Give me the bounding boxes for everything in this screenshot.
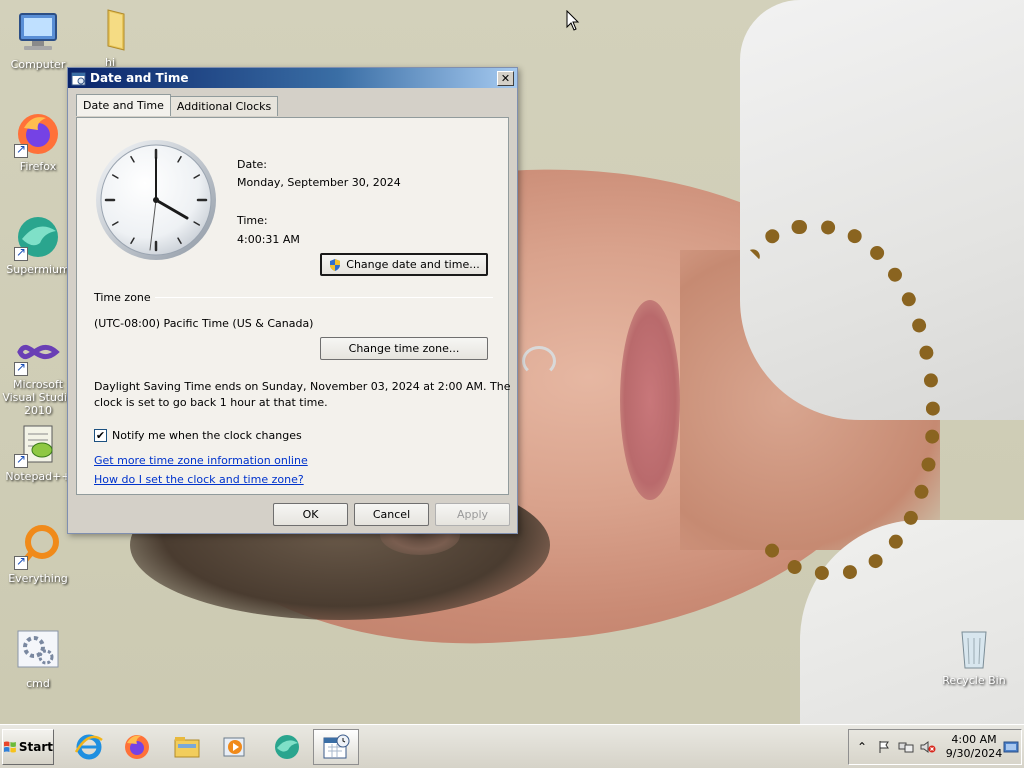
windows-logo-icon (3, 741, 16, 753)
tab-additional-clocks[interactable]: Additional Clocks (169, 96, 279, 116)
file-explorer-icon (174, 737, 200, 758)
notify-checkbox[interactable]: ✔ (94, 429, 107, 442)
supermium-icon (275, 735, 299, 759)
desktop-icon-hi-folder[interactable]: hi (72, 6, 148, 69)
tab-date-and-time[interactable]: Date and Time (76, 94, 171, 116)
dialog-tabs: Date and Time Additional Clocks (76, 94, 279, 117)
date-time-tab-panel: Date: Monday, September 30, 2024 Time: 4… (76, 117, 511, 495)
change-time-zone-button[interactable]: Change time zone... (320, 337, 488, 360)
date-time-control-panel-icon (323, 734, 350, 759)
shortcut-arrow-icon (14, 245, 28, 261)
start-button-label: Start (18, 740, 53, 754)
supermium-icon (14, 213, 62, 261)
clock-date: 9/30/2024 (945, 747, 1003, 760)
internet-explorer-icon (74, 734, 103, 760)
shortcut-arrow-icon (14, 554, 28, 570)
taskbar-supermium[interactable] (264, 729, 310, 765)
close-button[interactable]: ✕ (497, 70, 514, 86)
action-center-flag-icon[interactable] (875, 738, 893, 756)
taskbar: Start ⌃ 4:00 AM 9/30/2024 (0, 724, 1024, 768)
cancel-button[interactable]: Cancel (354, 503, 429, 526)
desktop-icon-label: Recycle Bin (942, 674, 1006, 687)
time-value: 4:00:31 AM (237, 233, 300, 246)
wallpaper-nose-ring (522, 346, 556, 376)
desktop-icon-label: Computer (10, 58, 66, 71)
change-date-time-button-label: Change date and time... (346, 258, 480, 271)
taskbar-file-explorer[interactable] (164, 729, 210, 765)
visual-studio-icon (14, 328, 62, 376)
cmd-icon (14, 627, 62, 675)
taskbar-clock[interactable]: 4:00 AM 9/30/2024 (944, 733, 1004, 761)
mouse-pointer-icon (566, 10, 580, 31)
shortcut-arrow-icon (14, 142, 28, 158)
folder-icon (86, 6, 134, 54)
computer-icon (14, 8, 62, 56)
firefox-icon (14, 110, 62, 158)
shortcut-arrow-icon (14, 360, 28, 376)
shortcut-arrow-icon (14, 452, 28, 468)
firefox-icon (125, 735, 149, 759)
dialog-title: Date and Time (90, 71, 189, 85)
start-button[interactable]: Start (2, 729, 54, 765)
analog-clock-icon (96, 140, 216, 260)
dst-info-line-1: Daylight Saving Time ends on Sunday, Nov… (94, 380, 511, 393)
notification-area: ⌃ 4:00 AM 9/30/2024 (848, 729, 1022, 765)
taskbar-date-time[interactable] (313, 729, 359, 765)
desktop-icon-cmd[interactable]: cmd (0, 627, 76, 690)
section-divider (155, 297, 493, 298)
change-time-zone-button-label: Change time zone... (348, 342, 460, 355)
dst-info-line-2: clock is set to go back 1 hour at that t… (94, 396, 328, 409)
desktop-icon-label: cmd (26, 677, 50, 690)
time-zone-info-link[interactable]: Get more time zone information online (94, 454, 308, 467)
checkmark-icon: ✔ (95, 429, 106, 442)
dialog-titlebar[interactable]: Date and Time ✕ (68, 68, 517, 88)
close-icon: ✕ (500, 71, 511, 85)
taskbar-internet-explorer[interactable] (66, 729, 112, 765)
desktop-icon-label: Supermium (6, 263, 70, 276)
desktop-icon-everything[interactable]: Everything (0, 522, 76, 585)
desktop-icon-visual-studio[interactable]: Microsoft Visual Studio 2010 (0, 328, 76, 417)
taskbar-media-player[interactable] (212, 729, 258, 765)
uac-shield-icon (330, 258, 341, 271)
desktop-icon-label: Microsoft Visual Studio 2010 (2, 378, 74, 417)
media-player-icon (223, 737, 245, 757)
how-to-set-clock-link[interactable]: How do I set the clock and time zone? (94, 473, 304, 486)
change-date-time-button[interactable]: Change date and time... (320, 253, 488, 276)
taskbar-firefox[interactable] (114, 729, 160, 765)
desktop-icon-computer[interactable]: Computer (0, 8, 76, 71)
date-time-dialog: Date and Time ✕ Date and Time Additional… (67, 67, 518, 534)
show-hidden-icons-chevron-icon[interactable]: ⌃ (853, 738, 871, 756)
desktop-icon-supermium[interactable]: Supermium (0, 213, 76, 276)
date-time-app-icon (71, 72, 86, 85)
recycle-bin-icon (950, 624, 998, 672)
notepadpp-icon (14, 420, 62, 468)
ok-button-label: OK (302, 508, 319, 521)
ok-button[interactable]: OK (273, 503, 348, 526)
time-label: Time: (237, 214, 268, 227)
date-value: Monday, September 30, 2024 (237, 176, 401, 189)
desktop-icon-recycle-bin[interactable]: Recycle Bin (936, 624, 1012, 687)
time-zone-section-label: Time zone (94, 291, 151, 304)
desktop-icon-label: Firefox (19, 160, 57, 173)
desktop-icon-notepadpp[interactable]: Notepad++ (0, 420, 76, 483)
notify-checkbox-label[interactable]: Notify me when the clock changes (112, 429, 302, 442)
apply-button-label: Apply (456, 508, 489, 521)
everything-icon (14, 522, 62, 570)
clock-time: 4:00 AM (951, 733, 997, 746)
apply-button[interactable]: Apply (435, 503, 510, 526)
network-icon[interactable] (897, 738, 915, 756)
cancel-button-label: Cancel (372, 508, 411, 521)
time-zone-value: (UTC-08:00) Pacific Time (US & Canada) (94, 317, 314, 330)
desktop-icon-firefox[interactable]: Firefox (0, 110, 76, 173)
desktop-icon-label: Notepad++ (5, 470, 71, 483)
date-label: Date: (237, 158, 267, 171)
desktop-icon-label: Everything (8, 572, 68, 585)
show-desktop-icon[interactable] (1003, 739, 1019, 755)
wallpaper-lips (620, 300, 680, 500)
volume-muted-icon[interactable] (919, 738, 937, 756)
